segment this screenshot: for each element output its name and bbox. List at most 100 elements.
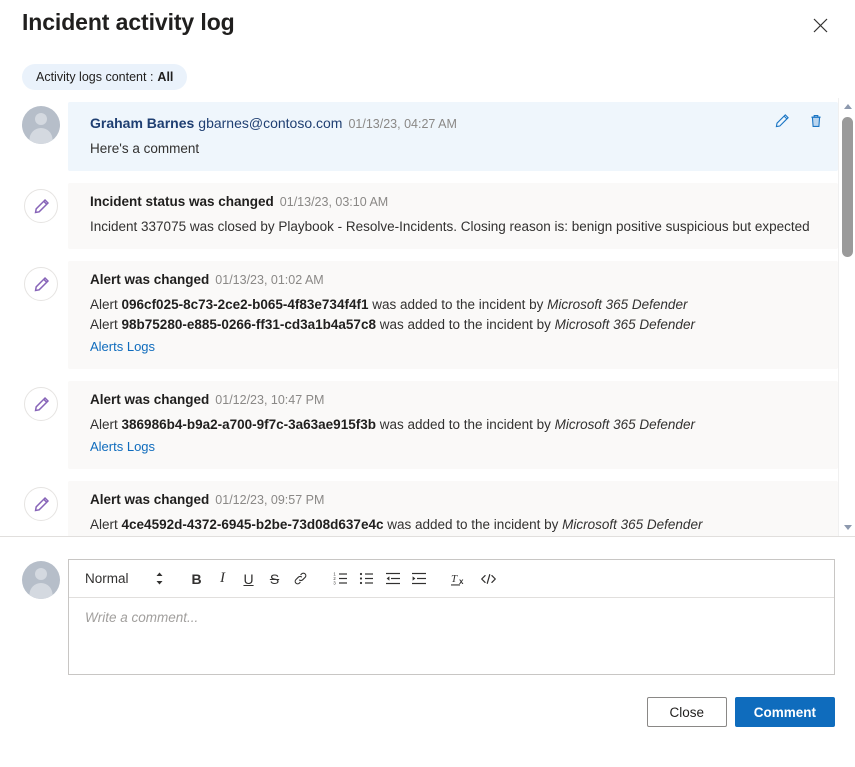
event-title: Alert was changed <box>90 272 209 287</box>
rich-text-editor: Normal B I U S <box>68 559 835 675</box>
system-event-card: Alert was changed01/12/23, 09:57 PM Aler… <box>68 481 838 536</box>
comment-timestamp: 01/13/23, 04:27 AM <box>348 117 456 131</box>
strikethrough-icon: S <box>270 571 279 587</box>
alerts-logs-link[interactable]: Alerts Logs <box>90 437 155 457</box>
ordered-list-button[interactable]: 1 2 3 <box>328 566 354 592</box>
bullet-list-icon <box>359 571 375 586</box>
event-body: Alert 4ce4592d-4372-6945-b2be-73d08d637e… <box>90 515 824 536</box>
indent-button[interactable] <box>406 566 432 592</box>
pencil-avatar-icon <box>24 487 58 521</box>
event-header: Alert was changed 01/13/23, 01:02 AM <box>90 271 824 289</box>
italic-icon: I <box>220 570 225 587</box>
event-timestamp: 01/12/23, 10:47 PM <box>215 393 324 407</box>
event-title: Alert was changed <box>90 392 209 407</box>
scroll-down-arrow-icon[interactable] <box>839 519 855 536</box>
event-header: Alert was changed 01/12/23, 10:47 PM <box>90 391 824 409</box>
alert-prefix: Alert <box>90 417 118 432</box>
activity-log-list: Graham Barnesgbarnes@contoso.com 01/13/23… <box>0 98 855 536</box>
italic-button[interactable]: I <box>210 566 236 592</box>
system-event-card: Incident status was changed01/13/23, 03:… <box>68 183 838 249</box>
event-header: Incident status was changed01/13/23, 03:… <box>90 193 824 211</box>
strikethrough-button[interactable]: S <box>262 566 288 592</box>
alert-line: Alert 096cf025-8c73-2ce2-b065-4f83e734f4… <box>90 295 824 315</box>
avatar <box>22 485 60 523</box>
filter-value: All <box>157 70 173 84</box>
event-body: Incident 337075 was closed by Playbook -… <box>90 217 824 237</box>
list-item: Alert was changed 01/12/23, 10:47 PM Aler… <box>0 381 838 469</box>
editor-toolbar: Normal B I U S <box>69 560 834 598</box>
alert-middle-text: was added to the incident by <box>380 317 551 332</box>
edit-comment-button[interactable] <box>772 111 792 131</box>
list-item: Alert was changed 01/13/23, 01:02 AM Aler… <box>0 261 838 369</box>
alert-line: Alert 4ce4592d-4372-6945-b2be-73d08d637e… <box>90 515 824 535</box>
comment-author: Graham Barnes <box>90 115 194 131</box>
alert-line: Alert 386986b4-b9a2-a700-9f7c-3a63ae915f… <box>90 415 824 435</box>
underline-icon: U <box>243 571 253 587</box>
person-avatar <box>22 106 60 144</box>
comment-composer: Normal B I U S <box>0 537 855 675</box>
alert-actor: Microsoft 365 Defender <box>555 317 695 332</box>
bullet-list-button[interactable] <box>354 566 380 592</box>
list-item: Incident status was changed01/13/23, 03:… <box>0 183 838 249</box>
alert-prefix: Alert <box>90 317 118 332</box>
comment-button[interactable]: Comment <box>735 697 835 727</box>
avatar <box>22 187 60 225</box>
underline-button[interactable]: U <box>236 566 262 592</box>
clear-formatting-button[interactable]: T x <box>446 566 476 592</box>
svg-text:3: 3 <box>333 581 336 586</box>
delete-comment-button[interactable] <box>806 111 826 131</box>
bold-icon: B <box>191 571 201 587</box>
comment-author-email: gbarnes@contoso.com <box>198 115 342 131</box>
text-style-select[interactable]: Normal <box>79 566 170 592</box>
chevron-updown-icon <box>155 572 164 585</box>
alert-middle-text: was added to the incident by <box>387 517 558 532</box>
comment-body: Here's a comment <box>90 139 824 159</box>
indent-icon <box>411 571 427 586</box>
close-button[interactable]: Close <box>647 697 727 727</box>
comment-header: Graham Barnesgbarnes@contoso.com 01/13/23… <box>90 114 824 133</box>
alert-middle-text: was added to the incident by <box>372 297 543 312</box>
scroll-up-arrow-icon[interactable] <box>839 98 855 115</box>
alert-actor: Microsoft 365 Defender <box>555 417 695 432</box>
alert-middle-text: was added to the incident by <box>380 417 551 432</box>
avatar <box>22 106 60 144</box>
pencil-avatar-icon <box>24 267 58 301</box>
alert-guid: 98b75280-e885-0266-ff31-cd3a1b4a57c8 <box>122 317 376 332</box>
avatar <box>22 561 60 599</box>
close-dialog-button[interactable] <box>807 12 833 38</box>
svg-text:T: T <box>451 573 458 585</box>
avatar <box>22 385 60 423</box>
comment-input[interactable]: Write a comment... <box>69 598 834 674</box>
close-icon <box>813 18 828 33</box>
activity-log-scrollbar[interactable] <box>838 98 855 536</box>
alert-guid: 096cf025-8c73-2ce2-b065-4f83e734f4f1 <box>122 297 369 312</box>
event-header: Alert was changed01/12/23, 09:57 PM <box>90 491 824 509</box>
scrollbar-thumb[interactable] <box>842 117 853 257</box>
avatar <box>22 265 60 303</box>
list-item: Graham Barnesgbarnes@contoso.com 01/13/23… <box>0 102 838 171</box>
filter-label: Activity logs content : <box>36 70 153 84</box>
dialog-footer: Close Comment <box>0 675 855 727</box>
alert-actor: Microsoft 365 Defender <box>562 517 702 532</box>
alert-actor: Microsoft 365 Defender <box>547 297 687 312</box>
comment-actions <box>772 111 826 131</box>
outdent-button[interactable] <box>380 566 406 592</box>
ordered-list-icon: 1 2 3 <box>333 571 349 586</box>
event-timestamp: 01/13/23, 01:02 AM <box>215 273 323 287</box>
pencil-avatar-icon <box>24 387 58 421</box>
event-body: Alert 096cf025-8c73-2ce2-b065-4f83e734f4… <box>90 295 824 357</box>
alert-prefix: Alert <box>90 517 118 532</box>
comment-card: Graham Barnesgbarnes@contoso.com 01/13/23… <box>68 102 838 171</box>
event-timestamp: 01/12/23, 09:57 PM <box>215 493 324 507</box>
code-button[interactable] <box>476 566 502 592</box>
event-body: Alert 386986b4-b9a2-a700-9f7c-3a63ae915f… <box>90 415 824 457</box>
link-button[interactable] <box>288 566 314 592</box>
clear-formatting-icon: T x <box>451 571 471 587</box>
pencil-avatar-icon <box>24 189 58 223</box>
code-icon <box>480 572 497 586</box>
activity-logs-content-filter[interactable]: Activity logs content : All <box>22 64 187 90</box>
event-title: Incident status was changed <box>90 194 274 209</box>
bold-button[interactable]: B <box>184 566 210 592</box>
alerts-logs-link[interactable]: Alerts Logs <box>90 337 155 357</box>
list-item: Alert was changed01/12/23, 09:57 PM Aler… <box>0 481 838 536</box>
